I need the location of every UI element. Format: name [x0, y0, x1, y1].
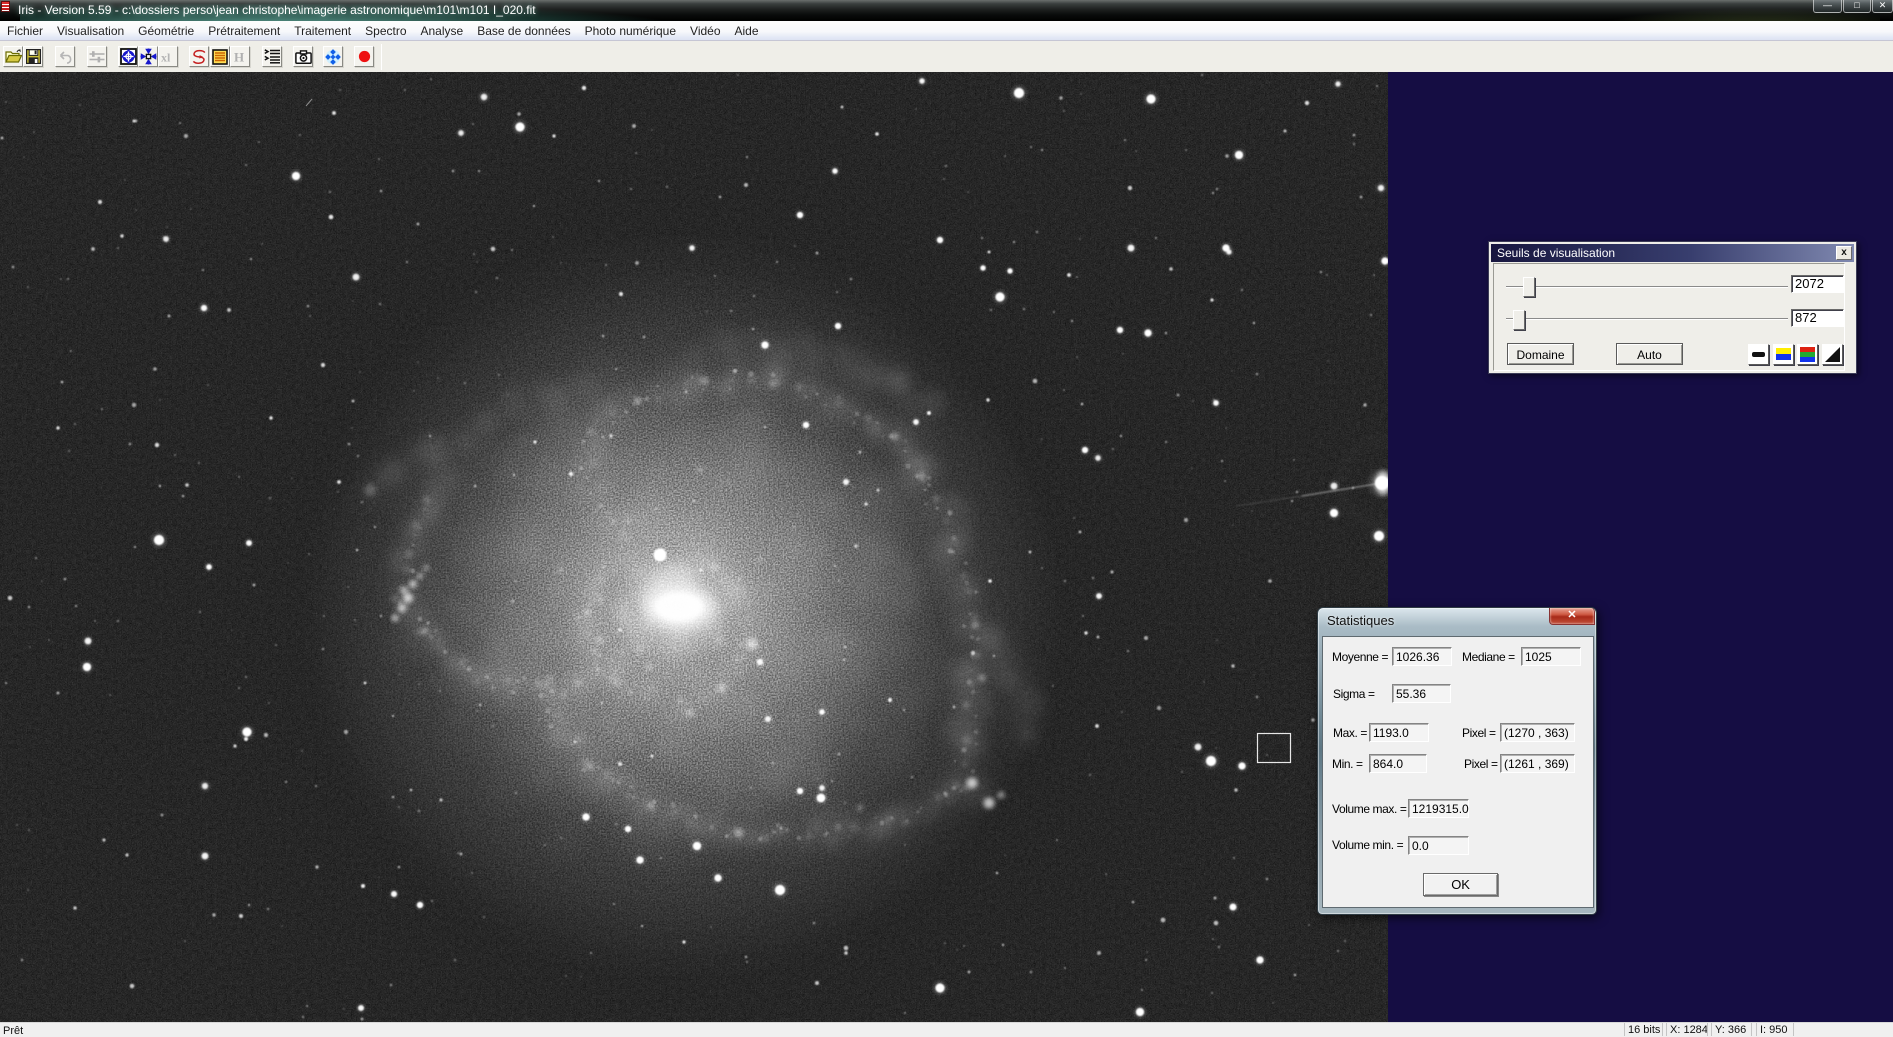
- svg-text:H: H: [234, 50, 244, 63]
- svg-text:xl: xl: [161, 51, 171, 63]
